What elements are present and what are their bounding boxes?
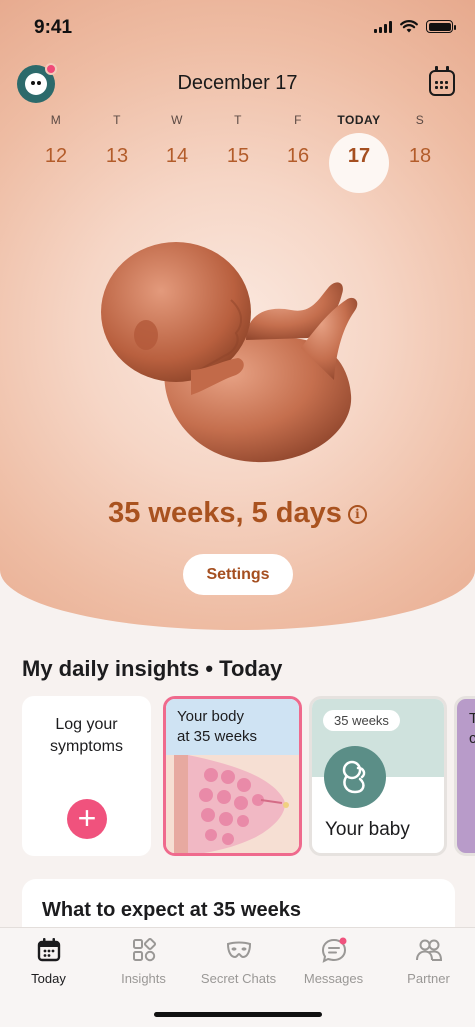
home-indicator	[154, 1012, 322, 1017]
tab-secret-chats[interactable]: Secret Chats	[191, 936, 286, 986]
breast-anatomy-illustration	[166, 755, 299, 853]
day-item[interactable]: T 15	[208, 113, 268, 168]
partner-icon	[415, 939, 442, 961]
your-body-card[interactable]: Your body at 35 weeks	[163, 696, 302, 856]
your-baby-card[interactable]: 35 weeks Your baby	[309, 696, 447, 856]
day-name: S	[415, 113, 425, 127]
pregnancy-progress: 35 weeks, 5 days i	[0, 497, 475, 530]
day-name: TODAY	[337, 113, 381, 127]
next-card-label: T c	[469, 709, 475, 749]
day-item[interactable]: M 12	[26, 113, 86, 168]
what-to-expect-title: What to expect at 35 weeks	[42, 899, 301, 921]
tab-label: Secret Chats	[200, 971, 277, 986]
tab-label: Insights	[121, 971, 166, 986]
day-number: 13	[105, 145, 129, 167]
status-bar: 9:41	[0, 0, 475, 56]
fetus-icon	[342, 760, 366, 794]
insights-carousel[interactable]: Log your symptoms + Your body at 35 week…	[22, 696, 475, 859]
tab-insights[interactable]: Insights	[96, 936, 191, 986]
app-screen: 9:41 December 17 M 12 T 13 W 14 T 15 F 1…	[0, 0, 475, 1027]
day-name: W	[171, 113, 183, 127]
log-symptoms-label: Log your symptoms	[50, 716, 123, 755]
day-item[interactable]: T 13	[87, 113, 147, 168]
week-strip: M 12 T 13 W 14 T 15 F 16 TODAY 17 S 18	[26, 113, 450, 193]
your-body-label: Your body at 35 weeks	[177, 708, 258, 745]
day-name: M	[50, 113, 62, 127]
next-insight-card[interactable]: T c	[454, 696, 475, 856]
day-number: 14	[165, 145, 189, 167]
battery-icon	[426, 20, 456, 33]
tab-partner[interactable]: Partner	[381, 936, 475, 986]
tab-label: Partner	[407, 971, 450, 986]
weeks-days-text: 35 weeks, 5 days	[108, 497, 342, 529]
status-time: 9:41	[34, 17, 73, 38]
day-item-today[interactable]: TODAY 17	[329, 113, 389, 193]
add-icon[interactable]: +	[67, 799, 107, 839]
insights-title: My daily insights • Today	[22, 656, 283, 681]
day-item[interactable]: W 14	[147, 113, 207, 168]
mask-icon	[226, 941, 251, 959]
tab-label: Messages	[303, 971, 364, 986]
wifi-icon	[400, 20, 418, 33]
header-date: December 17	[177, 72, 298, 94]
chat-bubble-icon	[321, 937, 346, 963]
log-symptoms-card[interactable]: Log your symptoms +	[22, 696, 151, 856]
day-number: 15	[226, 145, 250, 167]
day-number: 18	[408, 145, 432, 167]
day-name: T	[113, 113, 121, 127]
tab-label: Today	[31, 971, 66, 986]
status-icons	[374, 20, 456, 33]
tab-messages[interactable]: Messages	[286, 936, 381, 986]
info-icon[interactable]: i	[347, 505, 367, 524]
insights-grid-icon	[132, 937, 156, 962]
your-baby-label: Your baby	[325, 819, 410, 840]
day-number: 12	[44, 145, 68, 167]
day-name: T	[234, 113, 242, 127]
calendar-button[interactable]	[429, 66, 455, 96]
calendar-icon	[37, 938, 60, 962]
cellular-signal-icon	[374, 20, 392, 33]
settings-button[interactable]: Settings	[183, 554, 293, 595]
day-number: 17	[347, 145, 371, 167]
day-item[interactable]: S 18	[390, 113, 450, 168]
fetus-illustration	[101, 242, 358, 463]
calendar-icon	[434, 80, 450, 90]
tab-today[interactable]: Today	[1, 936, 96, 986]
day-item[interactable]: F 16	[268, 113, 328, 168]
weeks-badge: 35 weeks	[323, 710, 400, 731]
baby-icon-circle	[324, 746, 386, 808]
day-number: 16	[286, 145, 310, 167]
day-name: F	[294, 113, 302, 127]
